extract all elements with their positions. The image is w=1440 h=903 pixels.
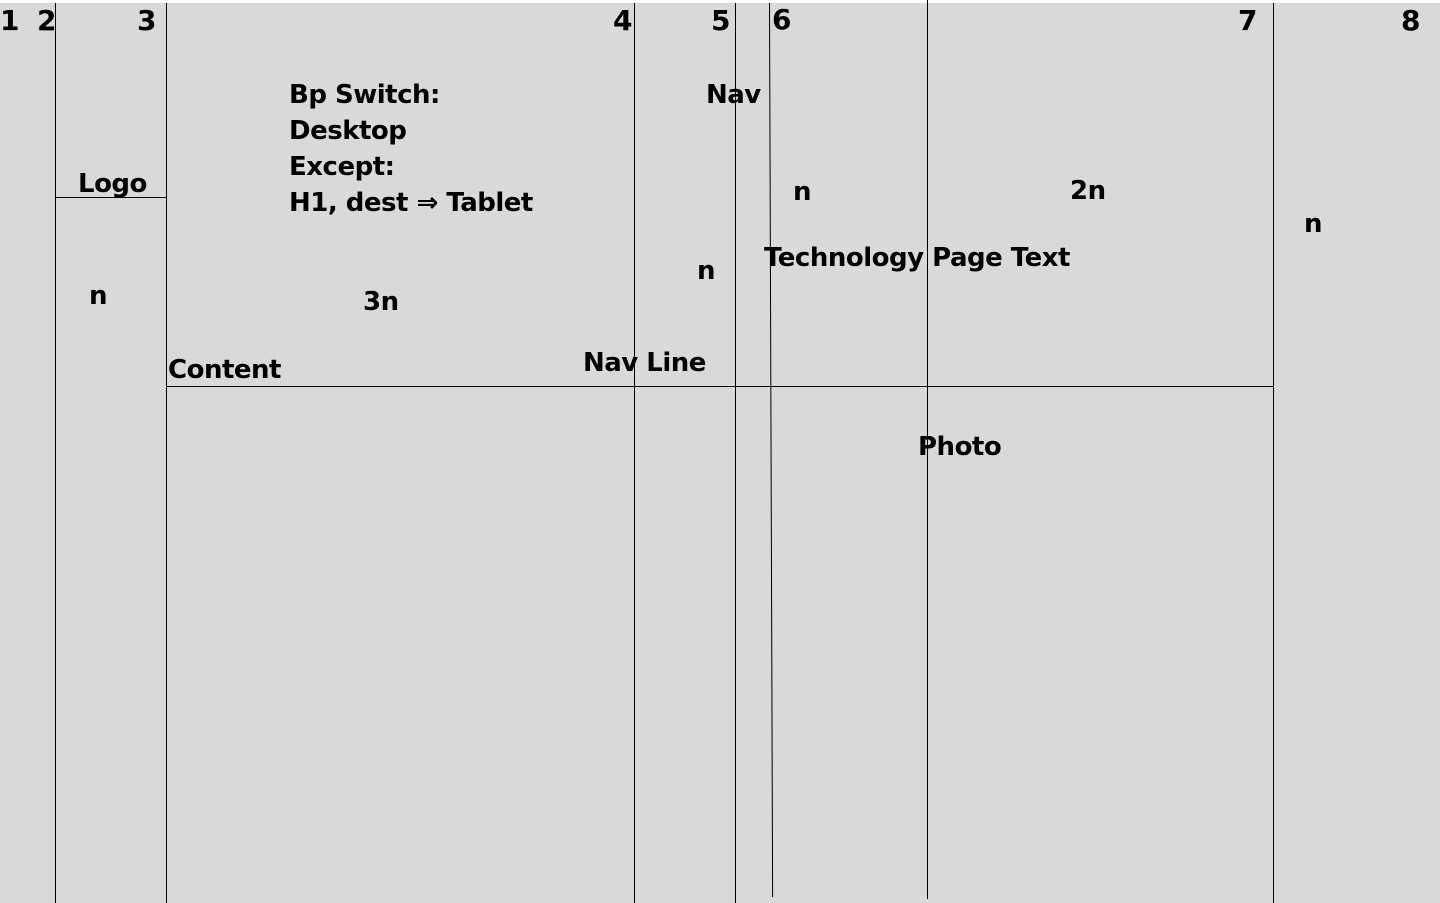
grid-diagram: 1 2 3 4 5 6 7 8 Logo Bp Switch: Desktop … — [0, 0, 1440, 903]
column-number-1: 1 — [0, 4, 20, 37]
two-n-label: 2n — [1070, 176, 1106, 206]
n-left-label: n — [89, 281, 108, 311]
nav-line — [166, 386, 1273, 387]
grid-line-2 — [55, 3, 56, 903]
breakpoint-line-1: Bp Switch: — [289, 80, 440, 110]
technology-page-text-label: Technology Page Text — [764, 243, 1070, 273]
photo-label: Photo — [918, 432, 1002, 462]
content-label: Content — [168, 355, 281, 385]
nav-line-label: Nav Line — [583, 348, 706, 378]
column-number-6: 6 — [772, 3, 792, 36]
column-number-3: 3 — [137, 4, 157, 37]
grid-line-5 — [735, 3, 736, 903]
grid-line-6 — [769, 2, 774, 897]
n-mid-label: n — [793, 177, 812, 207]
grid-line-3 — [166, 3, 167, 903]
column-number-2: 2 — [37, 4, 57, 37]
grid-line-4 — [634, 3, 635, 903]
breakpoint-line-4: H1, dest ⇒ Tablet — [289, 188, 533, 218]
breakpoint-note: Bp Switch: Desktop Except: H1, dest ⇒ Ta… — [289, 77, 533, 221]
breakpoint-line-2: Desktop — [289, 116, 407, 146]
three-n-label: 3n — [363, 287, 399, 317]
breakpoint-line-3: Except: — [289, 152, 395, 182]
column-number-7: 7 — [1238, 4, 1258, 37]
column-number-4: 4 — [613, 4, 633, 37]
n-right-label: n — [1304, 209, 1323, 239]
n-nav-label: n — [697, 256, 716, 286]
logo-label: Logo — [78, 169, 147, 199]
grid-line-7 — [1273, 3, 1274, 903]
nav-label: Nav — [706, 80, 761, 110]
column-number-5: 5 — [711, 4, 731, 37]
column-number-8: 8 — [1401, 4, 1421, 37]
